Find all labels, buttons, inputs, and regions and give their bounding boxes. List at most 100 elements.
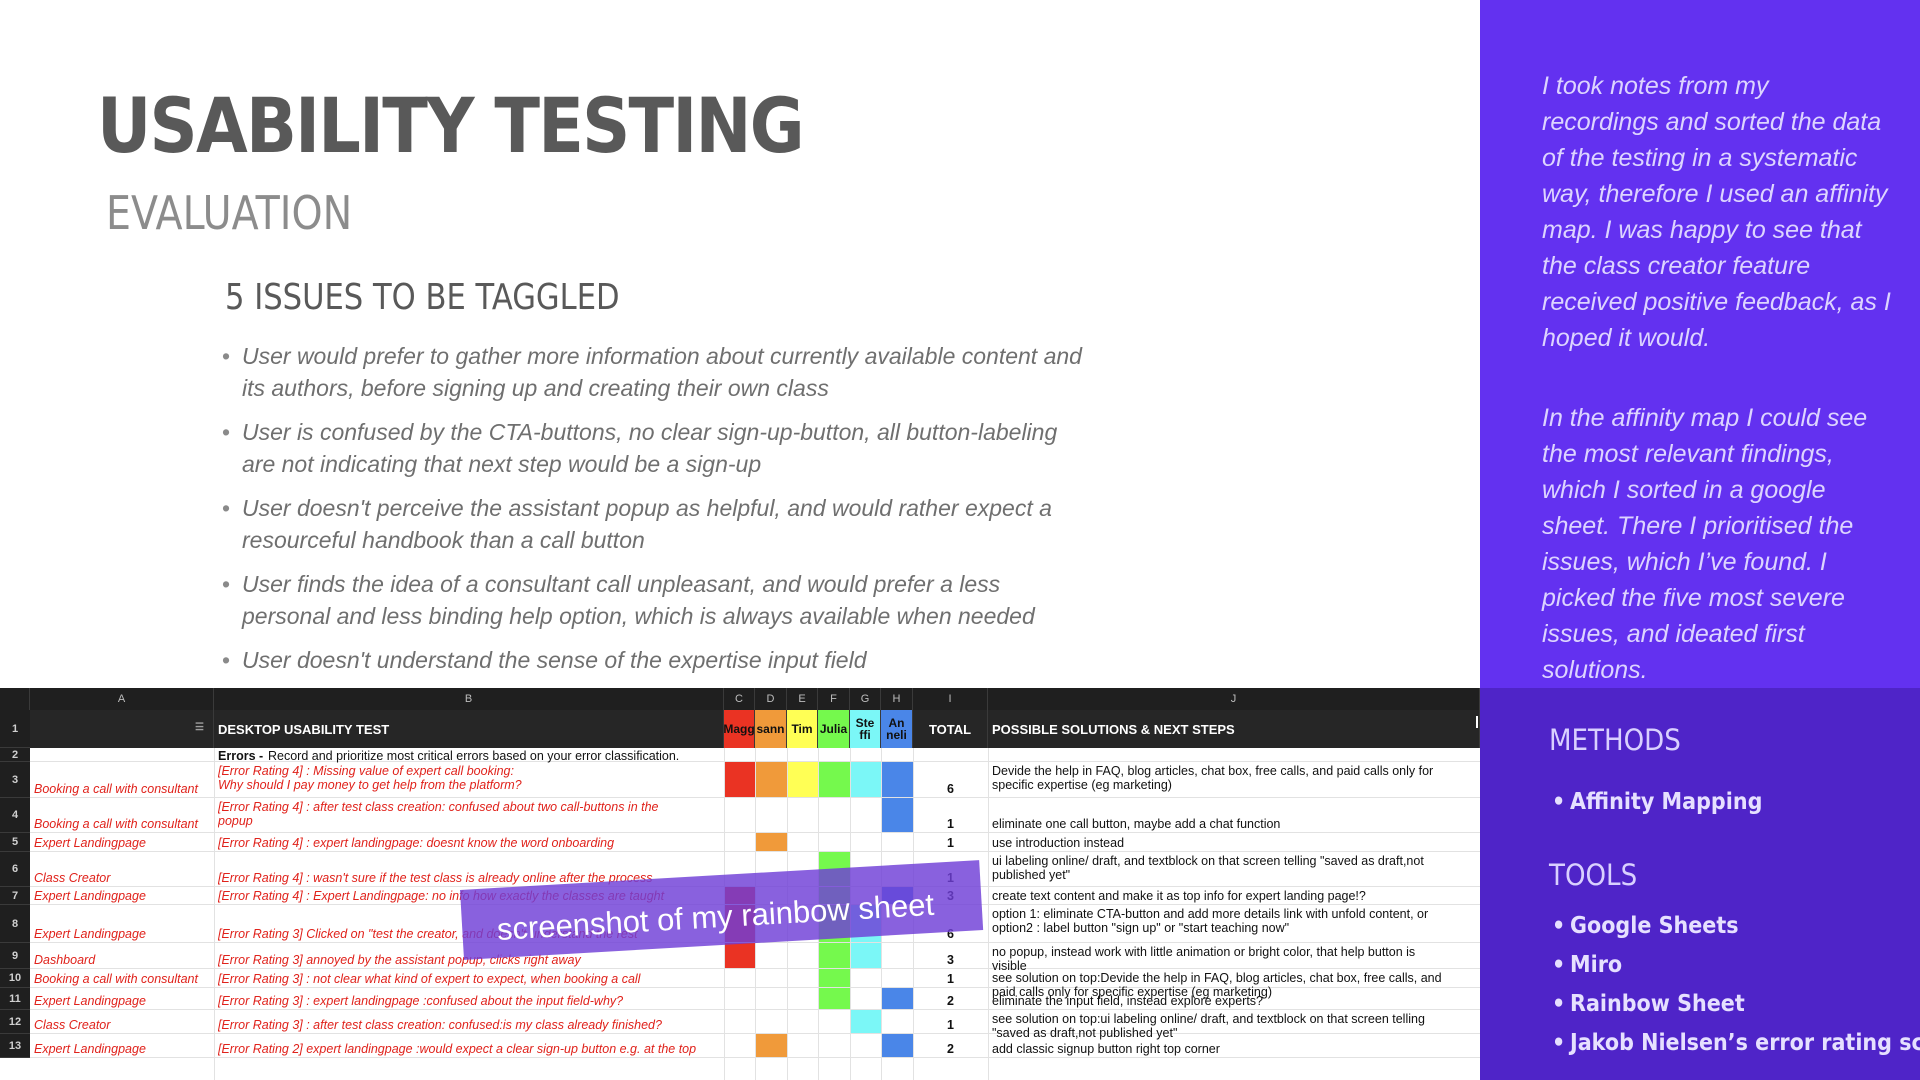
solution-cell: see solution on top:Devide the help in F…: [992, 971, 1442, 985]
slide-content: USABILITY TESTING EVALUATION 5 ISSUES TO…: [0, 0, 1480, 688]
rating-swatch: [788, 762, 818, 797]
rating-swatch: [851, 1010, 881, 1033]
rating-swatch: [819, 969, 850, 987]
filter-icon[interactable]: ☰: [195, 723, 207, 733]
solution-cell-line2: published yet": [992, 868, 1071, 882]
row-header: 1: [0, 710, 30, 748]
tool-item: Jakob Nielsen’s error rating scale: [1552, 1024, 1920, 1063]
area-cell: Expert Landingpage: [34, 994, 146, 1008]
total-cell: 3: [947, 953, 954, 967]
column-header-d: D: [755, 688, 787, 710]
participant-header: Ste ffi: [850, 710, 881, 748]
tools-heading: TOOLS: [1549, 858, 1638, 892]
row-header: 6: [0, 852, 30, 887]
row-header: 11: [0, 988, 30, 1010]
tool-item: Miro: [1552, 946, 1920, 985]
issues-heading: 5 ISSUES TO BE TAGGLED: [225, 277, 620, 318]
solution-cell: no popup, instead work with little anima…: [992, 945, 1416, 959]
column-header-h: H: [881, 688, 913, 710]
column-header-j: J: [988, 688, 1480, 710]
header-cell-solutions: POSSIBLE SOLUTIONS & NEXT STEPS: [988, 710, 1480, 748]
area-cell: Class Creator: [34, 1018, 111, 1032]
total-cell: 1: [947, 972, 954, 986]
row-header: 10: [0, 969, 30, 988]
total-cell: 6: [947, 782, 954, 796]
row-header: 2: [0, 748, 30, 762]
row-header: 13: [0, 1034, 30, 1058]
participant-header: sann: [755, 710, 787, 748]
column-header-c: C: [724, 688, 755, 710]
solution-cell: eliminate one call button, maybe add a c…: [992, 817, 1281, 831]
rating-swatch: [819, 988, 850, 1009]
tool-item: Google Sheets: [1552, 907, 1920, 946]
participant-header: Magg: [724, 710, 755, 748]
sheet-corner: [0, 688, 30, 710]
rating-swatch: [819, 943, 850, 968]
participant-header: Julia: [818, 710, 850, 748]
issue-item: User finds the idea of a consultant call…: [222, 568, 1092, 632]
rating-swatch: [851, 943, 881, 968]
solution-cell: Devide the help in FAQ, blog articles, c…: [992, 764, 1434, 778]
methods-list: Affinity Mapping: [1552, 783, 1786, 822]
issue-item: User would prefer to gather more informa…: [222, 340, 1092, 404]
notes-paragraph-2: In the affinity map I could see the most…: [1542, 404, 1868, 684]
column-header-f: F: [818, 688, 850, 710]
rating-swatch: [882, 798, 913, 832]
tool-item: Rainbow Sheet: [1552, 985, 1920, 1024]
error-cell-line2: popup: [218, 814, 253, 828]
errors-description: Record and prioritize most critical erro…: [268, 749, 680, 763]
area-cell: Booking a call with consultant: [34, 817, 198, 831]
notes-paragraph-1: I took notes from my recordings and sort…: [1542, 72, 1891, 352]
participant-header: An neli: [881, 710, 913, 748]
error-cell: [Error Rating 3] : expert landingpage :c…: [218, 994, 624, 1008]
methods-heading: METHODS: [1549, 723, 1681, 757]
error-cell-line2: Why should I pay money to get help from …: [218, 778, 522, 792]
total-cell: 1: [947, 817, 954, 831]
total-cell: 2: [947, 1042, 954, 1056]
error-cell: [Error Rating 2] expert landingpage :wou…: [218, 1042, 697, 1056]
total-cell: 1: [947, 836, 954, 850]
total-cell: 2: [947, 994, 954, 1008]
column-header-e: E: [787, 688, 818, 710]
solution-cell: eliminate the input field, instead explo…: [992, 994, 1263, 1008]
issue-item: User doesn't understand the sense of the…: [222, 644, 1092, 676]
error-cell: [Error Rating 3] : not clear what kind o…: [218, 972, 641, 986]
row-header: 7: [0, 887, 30, 905]
rating-swatch: [819, 762, 850, 797]
error-cell: [Error Rating 4] : expert landingpage: d…: [218, 836, 615, 850]
header-cell-total: TOTAL: [913, 710, 988, 748]
gridline: [214, 748, 215, 1080]
solution-cell: option 1: eliminate CTA-button and add m…: [992, 907, 1429, 921]
page-title: USABILITY TESTING: [97, 81, 805, 170]
method-item: Affinity Mapping: [1552, 783, 1762, 822]
solution-cell-line2: "saved as draft,not published yet": [992, 1026, 1178, 1040]
page-subtitle: EVALUATION: [106, 186, 353, 240]
area-cell: Booking a call with consultant: [34, 972, 198, 986]
row-header: 9: [0, 943, 30, 969]
rating-swatch: [882, 762, 913, 797]
header-cell-a: ☰: [30, 710, 214, 748]
rating-swatch: [756, 1034, 787, 1057]
column-header-i: I: [913, 688, 988, 710]
area-cell: Class Creator: [34, 871, 111, 885]
rating-swatch: [882, 1034, 913, 1057]
solution-cell-line2: specific expertise (eg marketing): [992, 778, 1172, 792]
rating-swatch: [851, 762, 881, 797]
rating-swatch: [882, 988, 913, 1009]
area-cell: Expert Landingpage: [34, 927, 146, 941]
solution-cell-line2: option2 : label button "sign up" or "sta…: [992, 921, 1290, 935]
issue-item: User doesn't perceive the assistant popu…: [222, 492, 1092, 556]
solution-cell: ui labeling online/ draft, and textblock…: [992, 854, 1424, 868]
area-cell: Expert Landingpage: [34, 836, 146, 850]
area-cell: Dashboard: [34, 953, 96, 967]
area-cell: Expert Landingpage: [34, 1042, 146, 1056]
error-cell: [Error Rating 4] : after test class crea…: [218, 800, 659, 814]
row-header: 4: [0, 798, 30, 833]
solution-cell: see solution on top:ui labeling online/ …: [992, 1012, 1425, 1026]
rating-swatch: [725, 762, 755, 797]
rating-swatch: [725, 943, 755, 968]
cell-cursor: [1476, 716, 1478, 728]
row-header: 12: [0, 1010, 30, 1034]
issues-list: User would prefer to gather more informa…: [222, 340, 1092, 688]
area-cell: Booking a call with consultant: [34, 782, 198, 796]
